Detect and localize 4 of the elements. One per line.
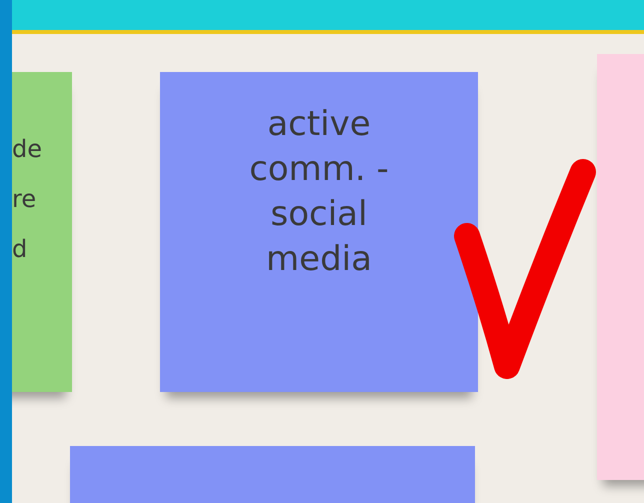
note-text: de re d xyxy=(12,134,42,265)
sticky-note[interactable]: de re d xyxy=(12,72,72,392)
note-text: active comm. - social media xyxy=(249,103,389,281)
sticky-note[interactable]: active comm. - social media xyxy=(160,72,478,392)
